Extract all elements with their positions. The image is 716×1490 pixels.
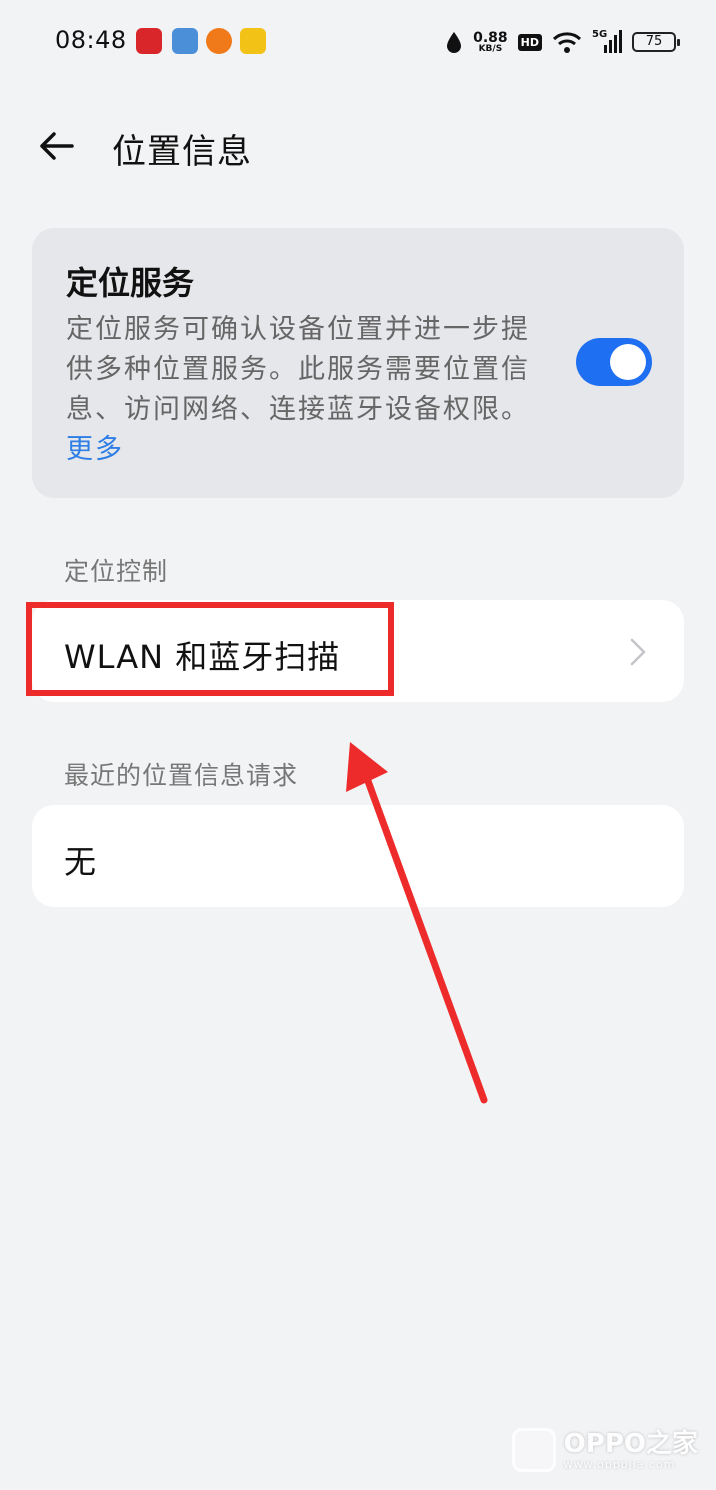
location-service-card: 定位服务 定位服务可确认设备位置并进一步提供多种位置服务。此服务需要位置信息、访…	[32, 228, 684, 498]
page-title: 位置信息	[112, 132, 252, 172]
annotation-highlight-box	[26, 602, 394, 696]
section-label-location-control: 定位控制	[64, 557, 169, 586]
toggle-knob	[610, 344, 646, 380]
watermark-logo-icon	[511, 1428, 556, 1472]
location-service-description: 定位服务可确认设备位置并进一步提供多种位置服务。此服务需要位置信息、访问网络、连…	[66, 314, 530, 465]
data-saver-icon	[447, 32, 462, 53]
status-time: 08:48	[55, 26, 127, 54]
hd-voice-icon: HD	[517, 33, 542, 51]
recent-requests-item: 无	[32, 805, 684, 907]
notification-app-icon-3	[206, 28, 232, 54]
annotation-arrow	[346, 742, 488, 1104]
notification-app-icon-4	[240, 28, 266, 54]
wifi-icon	[552, 32, 582, 53]
location-service-toggle[interactable]	[576, 338, 652, 386]
section-label-recent-requests: 最近的位置信息请求	[64, 761, 299, 790]
notification-app-icon-1	[136, 28, 162, 54]
recent-requests-empty-label: 无	[64, 843, 97, 881]
battery-icon: 75	[632, 32, 680, 52]
chevron-right-icon	[630, 638, 646, 666]
back-arrow-icon	[40, 132, 74, 160]
watermark: OPPO之家 www.oppojia.com	[511, 1428, 698, 1472]
watermark-url: www.oppojia.com	[563, 1457, 676, 1471]
cellular-signal-icon: 5G	[592, 29, 622, 55]
location-service-title: 定位服务	[66, 264, 195, 302]
watermark-brand: OPPO之家	[563, 1428, 698, 1459]
network-speed: 0.88 KB/S	[473, 29, 508, 54]
status-indicators: 0.88 KB/S HD 5G 75	[445, 26, 680, 58]
status-bar: 08:48 0.88 KB/S HD 5G 75	[0, 0, 716, 84]
notification-app-icon-2	[172, 28, 198, 54]
battery-level: 75	[645, 34, 663, 49]
more-link[interactable]: 更多	[66, 434, 124, 465]
back-button[interactable]	[36, 126, 76, 166]
